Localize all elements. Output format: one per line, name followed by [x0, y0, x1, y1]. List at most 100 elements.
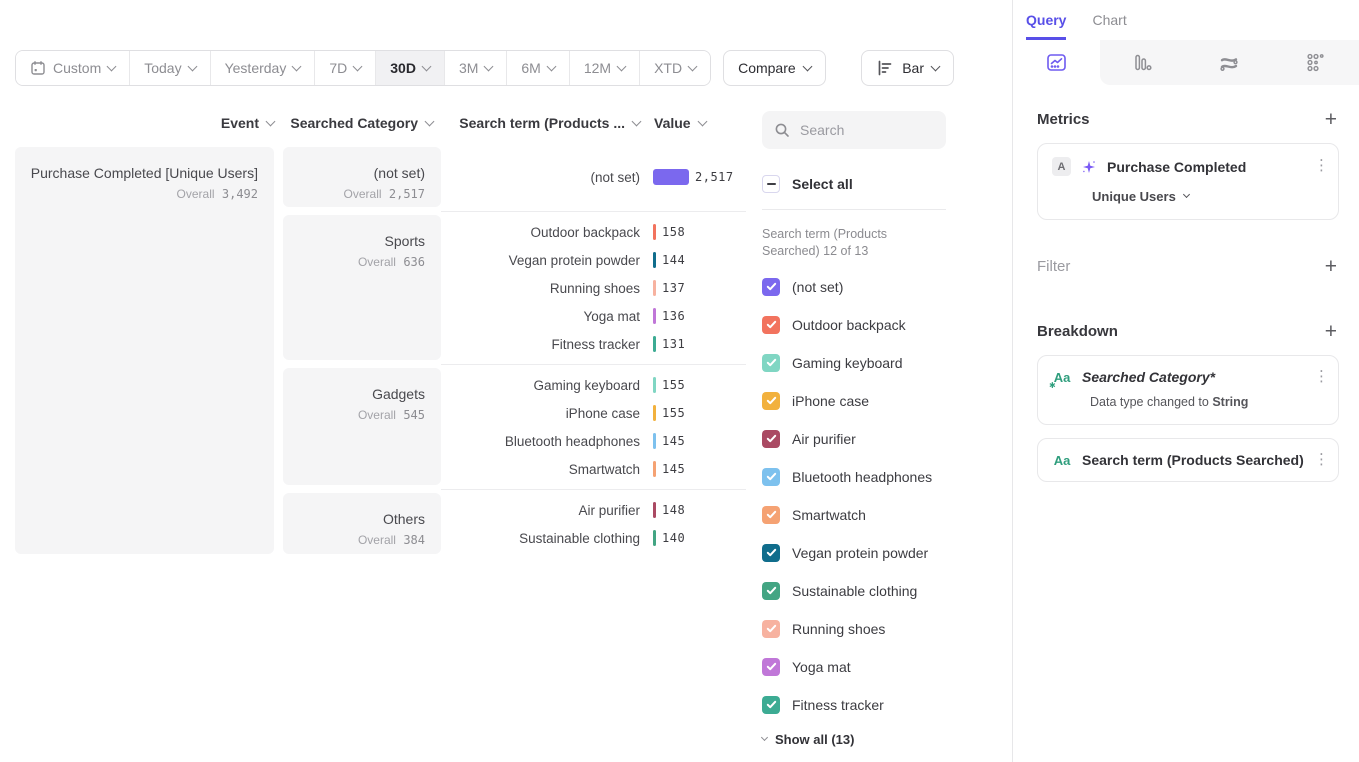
kebab-menu-icon[interactable]: ⋮: [1314, 456, 1324, 464]
value-cell: 2,517: [640, 169, 746, 185]
date-range-button[interactable]: 3M: [445, 51, 507, 85]
category-card[interactable]: Others Overall 384: [283, 493, 441, 554]
filter-list-item[interactable]: Outdoor backpack: [762, 306, 946, 344]
table-row[interactable]: iPhone case 155: [441, 399, 746, 427]
filter-item-label: Fitness tracker: [792, 697, 884, 713]
filter-list-item[interactable]: Yoga mat: [762, 648, 946, 686]
query-sidebar: Query Chart: [1013, 0, 1359, 762]
breakdown-card-searched-category[interactable]: Aa ✱ Searched Category* ⋮ Data type chan…: [1037, 355, 1339, 425]
date-range-button[interactable]: Custom: [16, 51, 130, 85]
tab-chart[interactable]: Chart: [1092, 12, 1126, 40]
category-card[interactable]: Gadgets Overall 545: [283, 368, 441, 485]
event-card[interactable]: Purchase Completed [Unique Users] Overal…: [15, 147, 274, 554]
category-card[interactable]: (not set) Overall 2,517: [283, 147, 441, 207]
chevron-down-icon: [688, 61, 698, 71]
category-name: Gadgets: [291, 385, 425, 403]
column-header-searched-category[interactable]: Searched Category: [274, 115, 441, 131]
chevron-down-icon: [931, 61, 941, 71]
select-all-checkbox[interactable]: Select all: [762, 175, 946, 193]
date-range-button[interactable]: Today: [130, 51, 210, 85]
table-row[interactable]: Gaming keyboard 155: [441, 371, 746, 399]
table-row[interactable]: Bluetooth headphones 145: [441, 427, 746, 455]
table-row[interactable]: Outdoor backpack 158: [441, 218, 746, 246]
chevron-down-icon: [187, 61, 197, 71]
date-range-button[interactable]: 12M: [570, 51, 640, 85]
filter-list-item[interactable]: Fitness tracker: [762, 686, 946, 724]
checkbox-icon: [762, 582, 780, 600]
value-label: 144: [662, 253, 685, 267]
show-all-button[interactable]: Show all (13): [762, 732, 946, 747]
breakdown-card-search-term[interactable]: Aa Search term (Products Searched) ⋮: [1037, 438, 1339, 482]
calendar-icon: [30, 60, 46, 76]
tab-insights[interactable]: [1013, 40, 1100, 85]
tab-flows[interactable]: [1186, 40, 1273, 85]
metric-aggregation-dropdown[interactable]: Unique Users: [1092, 189, 1324, 204]
table-row[interactable]: Smartwatch 145: [441, 455, 746, 483]
table-row[interactable]: Air purifier 148: [441, 496, 746, 524]
add-filter-button[interactable]: +: [1323, 256, 1339, 277]
chart-type-label: Bar: [902, 60, 924, 76]
checkbox-icon: [762, 696, 780, 714]
tab-funnels[interactable]: [1100, 40, 1187, 85]
checkbox-icon: [762, 620, 780, 638]
filter-list-item[interactable]: Running shoes: [762, 610, 946, 648]
term-rows: Outdoor backpack 158 Vegan protein powde…: [441, 211, 746, 364]
category-group: Gadgets Overall 545 Gaming keyboard 155 …: [274, 364, 746, 489]
column-header-event[interactable]: Event: [15, 115, 274, 131]
value-bar: [653, 405, 656, 421]
table-row[interactable]: Yoga mat 136: [441, 302, 746, 330]
date-range-label: 30D: [390, 60, 416, 76]
breakdown-property-name: Searched Category*: [1082, 369, 1304, 385]
value-bar: [653, 280, 656, 296]
date-range-button[interactable]: 30D: [376, 51, 445, 85]
checkbox-icon: [762, 430, 780, 448]
add-metric-button[interactable]: +: [1323, 109, 1339, 130]
chart-type-button[interactable]: Bar: [861, 50, 954, 86]
overall-label: Overall: [177, 187, 215, 201]
category-group: Sports Overall 636 Outdoor backpack 158 …: [274, 211, 746, 364]
term-rows: Gaming keyboard 155 iPhone case 155 Blue…: [441, 364, 746, 489]
value-label: 155: [662, 406, 685, 420]
table-row[interactable]: Running shoes 137: [441, 274, 746, 302]
breakdown-property-name: Search term (Products Searched): [1082, 452, 1304, 468]
search-icon: [774, 122, 790, 138]
segment-filter-panel: Search Select all Search term (Products …: [762, 111, 946, 747]
compare-button[interactable]: Compare: [723, 50, 826, 86]
report-content: Event Searched Category Search term (Pro…: [0, 111, 1012, 747]
kebab-menu-icon[interactable]: ⋮: [1314, 373, 1324, 381]
filter-list-item[interactable]: Sustainable clothing: [762, 572, 946, 610]
string-property-icon: Aa: [1052, 453, 1072, 468]
overall-label: Overall: [358, 408, 396, 422]
kebab-menu-icon[interactable]: ⋮: [1314, 162, 1324, 170]
value-cell: 158: [640, 224, 746, 240]
category-overall-value: 384: [403, 533, 425, 547]
column-header-value[interactable]: Value: [640, 115, 746, 131]
tab-query[interactable]: Query: [1026, 12, 1066, 40]
column-header-search-term[interactable]: Search term (Products ...: [441, 115, 640, 131]
filter-list-item[interactable]: Smartwatch: [762, 496, 946, 534]
table-row[interactable]: Fitness tracker 131: [441, 330, 746, 358]
filter-list-item[interactable]: (not set): [762, 268, 946, 306]
category-overall-value: 2,517: [389, 187, 425, 201]
date-range-button[interactable]: Yesterday: [211, 51, 316, 85]
metric-card[interactable]: A Purchase Completed ⋮ Unique Users: [1037, 143, 1339, 220]
filter-list-item[interactable]: Gaming keyboard: [762, 344, 946, 382]
filter-list-item[interactable]: Vegan protein powder: [762, 534, 946, 572]
date-range-button[interactable]: XTD: [640, 51, 710, 85]
table-row[interactable]: (not set) 2,517: [441, 163, 746, 191]
table-row[interactable]: Sustainable clothing 140: [441, 524, 746, 552]
filter-list-item[interactable]: Bluetooth headphones: [762, 458, 946, 496]
filter-item-label: (not set): [792, 279, 843, 295]
search-input[interactable]: Search: [762, 111, 946, 149]
table-row[interactable]: Vegan protein powder 144: [441, 246, 746, 274]
value-cell: 145: [640, 461, 746, 477]
filter-list-item[interactable]: Air purifier: [762, 420, 946, 458]
tab-retention[interactable]: [1273, 40, 1359, 85]
filter-checkbox-list: (not set) Outdoor backpack Gaming keyboa…: [762, 268, 946, 724]
add-breakdown-button[interactable]: +: [1323, 321, 1339, 342]
metric-letter-badge: A: [1052, 157, 1071, 176]
date-range-button[interactable]: 6M: [507, 51, 569, 85]
category-card[interactable]: Sports Overall 636: [283, 215, 441, 360]
date-range-button[interactable]: 7D: [315, 51, 376, 85]
filter-list-item[interactable]: iPhone case: [762, 382, 946, 420]
